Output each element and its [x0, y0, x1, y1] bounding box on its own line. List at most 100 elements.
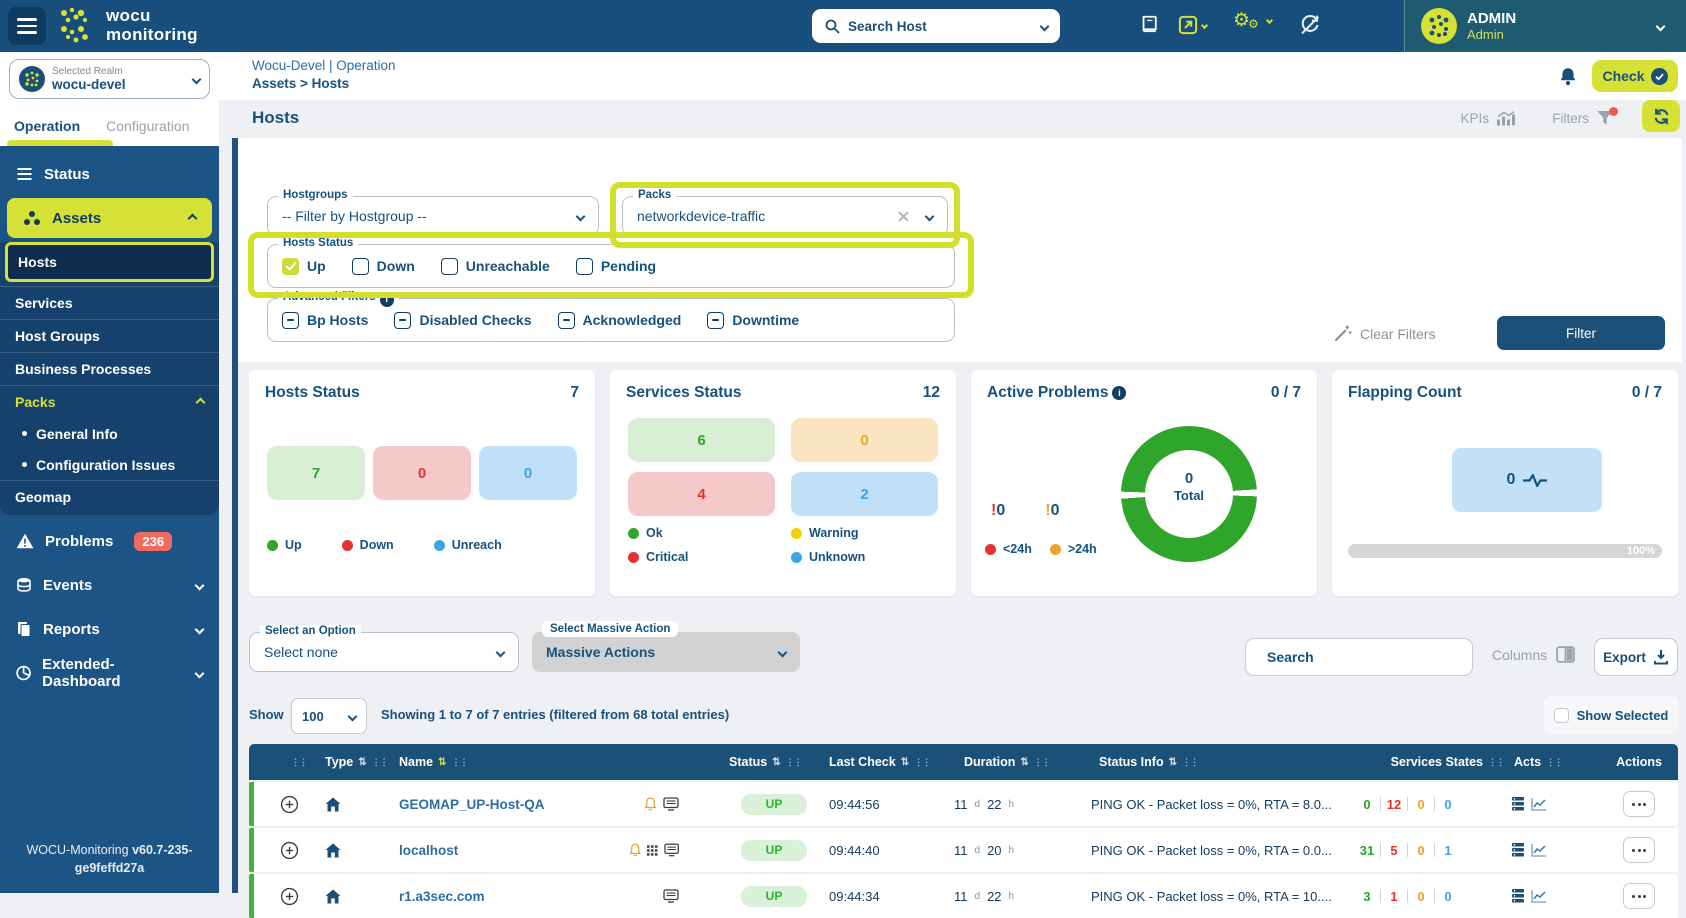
hostgroups-select[interactable]: Hostgroups -- Filter by Hostgroup -- — [267, 196, 599, 236]
table-row[interactable]: GEOMAP_UP-Host-QA UP 09:44:56 11d22h PIN… — [249, 782, 1678, 826]
checkbox-disabled-checks[interactable]: Disabled Checks — [394, 312, 531, 329]
sidebar-item-extended-dashboard[interactable]: Extended-Dashboard — [0, 651, 219, 695]
expand-row-icon[interactable] — [280, 841, 299, 860]
sidebar-item-geomap[interactable]: Geomap — [0, 480, 219, 513]
breadcrumb-realm[interactable]: Wocu-Devel | Operation — [252, 58, 1686, 73]
host-search-input[interactable] — [848, 19, 1033, 34]
sidebar-item-services[interactable]: Services — [0, 286, 219, 319]
per-page-select[interactable]: 100 — [291, 698, 367, 734]
hosts-up-count[interactable]: 7 — [267, 446, 365, 500]
auto-refresh-toggle[interactable] — [1298, 13, 1322, 37]
metrics-graph-icon[interactable] — [1531, 843, 1547, 857]
info-icon[interactable]: i — [380, 293, 394, 307]
checkbox-unreachable[interactable]: Unreachable — [441, 258, 550, 275]
row-actions-button[interactable] — [1623, 837, 1655, 863]
table-row[interactable]: localhost UP 09:44:40 11d20h PING OK - P… — [249, 828, 1678, 872]
column-header-services-states[interactable]: Services States⋮⋮ — [1354, 755, 1504, 769]
column-header-name[interactable]: Name⇅⋮⋮ — [389, 755, 619, 769]
warning-count[interactable]: 0 — [1408, 889, 1434, 904]
sidebar-item-packs[interactable]: Packs — [0, 385, 219, 418]
column-header-duration[interactable]: Duration⇅⋮⋮ — [954, 755, 1089, 769]
hosts-unreach-count[interactable]: 0 — [479, 446, 577, 500]
services-list-icon[interactable] — [1512, 843, 1524, 857]
sort-icon[interactable]: ⇅ — [358, 757, 366, 768]
sidebar-item-general-info[interactable]: General Info — [0, 418, 219, 449]
services-list-icon[interactable] — [1512, 797, 1524, 811]
sort-active-icon[interactable]: ⇅ — [438, 757, 446, 768]
checkbox-bp-hosts[interactable]: Bp Hosts — [282, 312, 368, 329]
sidebar-item-reports[interactable]: Reports — [0, 607, 219, 651]
checkbox-downtime[interactable]: Downtime — [707, 312, 799, 329]
realm-selector[interactable]: Selected Realm wocu-devel — [9, 59, 210, 99]
sort-icon[interactable]: ⇅ — [1169, 757, 1177, 768]
notifications-button[interactable] — [1558, 66, 1578, 92]
drag-handle-icon[interactable]: ⋮⋮ — [1034, 757, 1050, 768]
host-name-link[interactable]: r1.a3sec.com — [399, 889, 485, 904]
warning-count[interactable]: 0 — [1408, 843, 1434, 858]
show-selected-toggle[interactable]: Show Selected — [1544, 696, 1678, 734]
unknown-count[interactable]: 0 — [1435, 889, 1461, 904]
critical-count[interactable]: 12 — [1381, 797, 1407, 812]
critical-count[interactable]: 1 — [1381, 889, 1407, 904]
ok-count[interactable]: 31 — [1354, 843, 1380, 858]
unknown-count[interactable]: 0 — [1435, 797, 1461, 812]
sidebar-item-events[interactable]: Events — [0, 563, 219, 607]
flapping-value-pill[interactable]: 0 — [1452, 448, 1602, 512]
column-header-status[interactable]: Status⇅⋮⋮ — [719, 755, 819, 769]
checkbox-acknowledged[interactable]: Acknowledged — [558, 312, 682, 329]
unknown-count[interactable]: 1 — [1435, 843, 1461, 858]
host-name-link[interactable]: GEOMAP_UP-Host-QA — [399, 797, 545, 812]
column-header-status-info[interactable]: Status Info⇅⋮⋮ — [1089, 755, 1354, 769]
column-header-type[interactable]: Type⇅⋮⋮ — [315, 755, 389, 769]
hosts-down-count[interactable]: 0 — [373, 446, 471, 500]
drag-handle-icon[interactable]: ⋮⋮ — [786, 757, 802, 768]
sort-icon[interactable]: ⇅ — [1020, 757, 1028, 768]
drag-handle-icon[interactable]: ⋮⋮ — [372, 757, 388, 768]
drag-handle-icon[interactable]: ⋮⋮ — [291, 757, 307, 768]
sidebar-item-host-groups[interactable]: Host Groups — [0, 319, 219, 352]
breadcrumb[interactable]: Assets > Hosts — [252, 76, 1686, 91]
table-search-input[interactable] — [1267, 649, 1463, 665]
sidebar-item-hosts[interactable]: Hosts — [5, 242, 214, 282]
expand-row-icon[interactable] — [280, 887, 299, 906]
services-warning-count[interactable]: 0 — [791, 418, 938, 462]
check-button[interactable]: Check — [1592, 60, 1678, 92]
user-menu[interactable]: ADMIN Admin — [1404, 0, 1686, 52]
sidebar-item-configuration-issues[interactable]: Configuration Issues — [0, 449, 219, 480]
column-header-acts[interactable]: Acts⋮⋮ — [1504, 755, 1569, 769]
checkbox-up[interactable]: Up — [282, 258, 326, 275]
clear-filters-button[interactable]: Clear Filters — [1333, 324, 1435, 343]
drag-handle-icon[interactable]: ⋮⋮ — [1488, 757, 1504, 768]
sort-icon[interactable]: ⇅ — [772, 757, 780, 768]
ok-count[interactable]: 3 — [1354, 889, 1380, 904]
services-unknown-count[interactable]: 2 — [791, 472, 938, 516]
ok-count[interactable]: 0 — [1354, 797, 1380, 812]
tab-operation[interactable]: Operation — [14, 118, 80, 134]
option-select[interactable]: Select an Option Select none — [249, 632, 519, 672]
checkbox-down[interactable]: Down — [352, 258, 415, 275]
columns-button[interactable]: Columns — [1492, 646, 1575, 663]
menu-toggle-button[interactable] — [8, 7, 46, 45]
external-tools-button[interactable] — [1178, 15, 1207, 35]
metrics-graph-icon[interactable] — [1531, 889, 1547, 903]
packs-select[interactable]: Packs networkdevice-traffic — [622, 196, 948, 236]
metrics-graph-icon[interactable] — [1531, 797, 1547, 811]
table-row[interactable]: r1.a3sec.com UP 09:44:34 11d22h PING OK … — [249, 874, 1678, 918]
clear-x-icon[interactable] — [898, 211, 909, 222]
row-actions-button[interactable] — [1623, 791, 1655, 817]
drag-handle-icon[interactable]: ⋮⋮ — [1546, 757, 1562, 768]
kpis-toggle[interactable]: KPIs — [1460, 110, 1516, 127]
export-button[interactable]: Export — [1594, 638, 1678, 676]
drag-handle-icon[interactable]: ⋮⋮ — [1182, 757, 1198, 768]
drag-handle-icon[interactable]: ⋮⋮ — [451, 757, 467, 768]
filters-toggle[interactable]: Filters — [1552, 110, 1614, 126]
sidebar-item-status[interactable]: Status — [0, 152, 219, 196]
apply-filter-button[interactable]: Filter — [1497, 316, 1665, 350]
drag-handle-icon[interactable]: ⋮⋮ — [914, 757, 930, 768]
sidebar-item-assets[interactable]: Assets — [7, 198, 212, 238]
settings-button[interactable]: ⚙⚙ — [1233, 10, 1272, 30]
info-icon[interactable]: i — [1112, 386, 1126, 400]
table-search-box[interactable] — [1245, 638, 1473, 676]
services-critical-count[interactable]: 4 — [628, 472, 775, 516]
sort-icon[interactable]: ⇅ — [901, 757, 909, 768]
